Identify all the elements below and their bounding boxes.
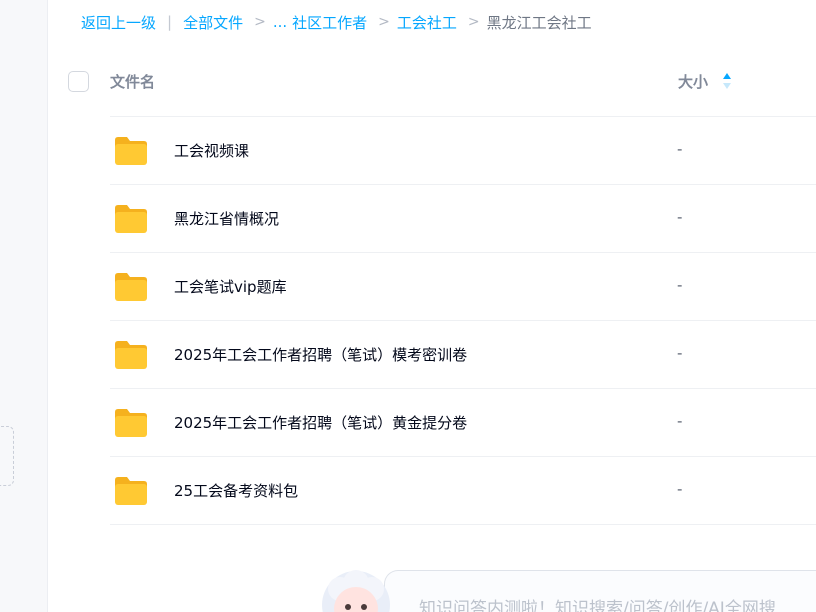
file-row[interactable]: 黑龙江省情概况 - [110, 185, 816, 253]
file-size: - [677, 480, 683, 498]
back-link[interactable]: 返回上一级 [81, 12, 156, 33]
breadcrumb-item-union[interactable]: 工会社工 [397, 12, 457, 33]
file-size: - [677, 140, 683, 158]
file-row[interactable]: 工会笔试vip题库 - [110, 253, 816, 321]
column-header-name[interactable]: 文件名 [110, 71, 155, 92]
upload-dropzone[interactable] [0, 426, 14, 486]
file-name[interactable]: 25工会备考资料包 [174, 480, 298, 501]
folder-icon [115, 477, 147, 505]
folder-icon [115, 205, 147, 233]
select-all-checkbox[interactable] [68, 71, 89, 92]
file-row[interactable]: 2025年工会工作者招聘（笔试）黄金提分卷 - [110, 389, 816, 457]
file-size: - [677, 412, 683, 430]
breadcrumb-ellipsis[interactable]: ... [273, 13, 287, 31]
breadcrumb-separator: > [254, 14, 266, 30]
file-size: - [677, 344, 683, 362]
file-size: - [677, 276, 683, 294]
folder-icon [115, 409, 147, 437]
folder-icon [115, 341, 147, 369]
assistant-prompt-text[interactable]: 知识问答内测啦！知识搜索/问答/创作/AI全网搜 [419, 594, 776, 612]
breadcrumb-divider: | [167, 13, 173, 31]
file-name[interactable]: 工会视频课 [174, 140, 249, 161]
breadcrumb-item-community[interactable]: 社区工作者 [292, 12, 367, 33]
breadcrumb: 返回上一级 | 全部文件 > ... 社区工作者 > 工会社工 > 黑龙江工会社… [81, 11, 592, 33]
breadcrumb-all-files[interactable]: 全部文件 [183, 12, 243, 33]
sort-icon[interactable] [722, 71, 732, 91]
assistant-mascot-icon[interactable] [316, 563, 396, 612]
column-header-size[interactable]: 大小 [678, 71, 708, 92]
file-row[interactable]: 2025年工会工作者招聘（笔试）模考密训卷 - [110, 321, 816, 389]
file-row[interactable]: 工会视频课 - [110, 117, 816, 185]
left-sidebar [0, 0, 48, 612]
file-name[interactable]: 2025年工会工作者招聘（笔试）黄金提分卷 [174, 412, 467, 433]
breadcrumb-current: 黑龙江工会社工 [486, 13, 592, 32]
file-name[interactable]: 2025年工会工作者招聘（笔试）模考密训卷 [174, 344, 467, 365]
breadcrumb-separator: > [378, 14, 390, 30]
file-list-header: 文件名 大小 [62, 62, 816, 102]
file-name[interactable]: 工会笔试vip题库 [174, 276, 287, 297]
file-size: - [677, 208, 683, 226]
breadcrumb-separator: > [467, 14, 480, 30]
file-row[interactable]: 25工会备考资料包 - [110, 457, 816, 525]
folder-icon [115, 137, 147, 165]
folder-icon [115, 273, 147, 301]
file-name[interactable]: 黑龙江省情概况 [174, 208, 279, 229]
